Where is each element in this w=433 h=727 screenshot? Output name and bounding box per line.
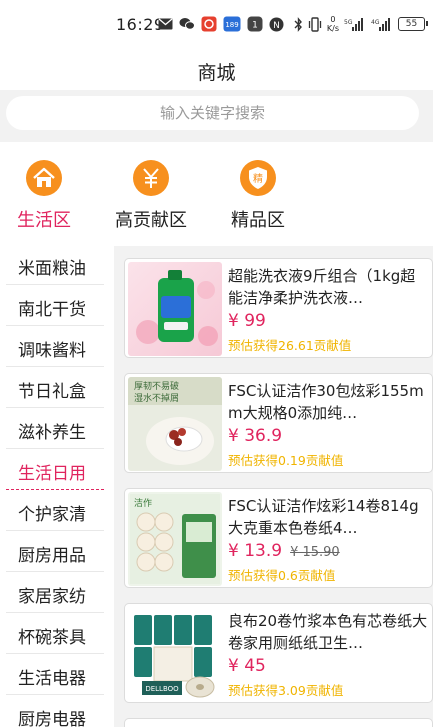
- product-card[interactable]: 超能洗衣液9斤组合（1kg超能洁净柔护洗衣液… ¥ 99 预估获得26.61贡献…: [124, 258, 433, 358]
- product-card[interactable]: [124, 718, 433, 727]
- product-card[interactable]: 洁作 FSC认证洁作炫彩14卷814g大克重本色卷纸4… ¥ 13.9 ¥ 15.…: [124, 488, 433, 588]
- product-name: FSC认证洁作炫彩14卷814g大克重本色卷纸4…: [228, 497, 419, 537]
- product-price: ¥ 36.9: [228, 426, 282, 446]
- category-item-kitchen-appliances[interactable]: 厨房电器: [6, 695, 104, 727]
- category-item-gift-box[interactable]: 节日礼盒: [6, 367, 104, 408]
- search-bar: [0, 90, 433, 142]
- category-label: 厨房电器: [18, 710, 86, 727]
- category-item-seasoning[interactable]: 调味酱料: [6, 326, 104, 367]
- sim-icon: 1: [247, 16, 263, 32]
- search-input[interactable]: [6, 96, 419, 130]
- category-item-health[interactable]: 滋补养生: [6, 408, 104, 449]
- signal-5g-icon: 5G: [344, 17, 363, 31]
- tissue-pack-image: 厚韧不易破 湿水不掉屑: [128, 377, 222, 471]
- svg-text:1: 1: [252, 21, 258, 31]
- category-label: 生活电器: [18, 669, 86, 689]
- laundry-detergent-image: [128, 262, 222, 356]
- product-reward: 预估获得0.19贡献值: [228, 453, 344, 468]
- mail189-icon: 189: [223, 16, 241, 32]
- category-item-tableware[interactable]: 杯碗茶具: [6, 613, 104, 654]
- net-speed-value: 0: [330, 15, 336, 24]
- price-value: ¥ 13.9: [228, 541, 283, 561]
- price-value: ¥ 99: [228, 311, 266, 331]
- category-label: 杯碗茶具: [18, 628, 86, 648]
- svg-text:189: 189: [225, 21, 238, 29]
- category-item-rice-oil[interactable]: 米面粮油: [6, 244, 104, 285]
- battery-icon: 55: [398, 17, 428, 31]
- category-item-daily-use[interactable]: 生活日用: [6, 449, 104, 490]
- category-label: 南北干货: [18, 300, 86, 320]
- net-speed: 0 K/s: [327, 15, 339, 33]
- product-name: 良布20卷竹浆本色有芯卷纸大卷家用厕纸纸卫生…: [228, 612, 428, 652]
- price-value: ¥ 45: [228, 656, 266, 676]
- product-card[interactable]: 厚韧不易破 湿水不掉屑 FSC认证洁作30包炫彩155mm大规格0添加纯… ¥ …: [124, 373, 433, 473]
- category-item-kitchenware[interactable]: 厨房用品: [6, 531, 104, 572]
- wechat-icon: [179, 18, 195, 30]
- zone-tabs: 生活区 高贡献区 精 精品区: [0, 142, 433, 238]
- original-price: ¥ 15.90: [290, 545, 340, 560]
- category-item-dried-goods[interactable]: 南北干货: [6, 285, 104, 326]
- zone-label-contribution: 高贡献区: [115, 210, 187, 231]
- yuan-icon: [133, 160, 169, 196]
- battery-level: 55: [405, 19, 418, 29]
- svg-text:4G: 4G: [371, 19, 380, 26]
- mail-icon: [158, 18, 173, 30]
- category-sidebar: 米面粮油 南北干货 调味酱料 节日礼盒 滋补养生 生活日用 个护家清 厨房用品 …: [0, 238, 108, 727]
- product-card[interactable]: DELLBOO 良布20卷竹浆本色有芯卷纸大卷家用厕纸纸卫生… ¥ 45 预估获…: [124, 603, 433, 703]
- notification-icons: 189 1 N: [158, 14, 284, 34]
- product-reward: 预估获得3.09贡献值: [228, 683, 344, 698]
- net-speed-unit: K/s: [326, 24, 339, 33]
- bamboo-brand-text: DELLBOO: [145, 685, 179, 693]
- category-label: 家居家纺: [18, 587, 86, 607]
- product-price: ¥ 99: [228, 311, 266, 331]
- product-price: ¥ 13.9 ¥ 15.90: [228, 541, 340, 561]
- category-label: 厨房用品: [18, 546, 86, 566]
- nfc-icon: N: [269, 17, 284, 31]
- product-name: 超能洗衣液9斤组合（1kg超能洁净柔护洗衣液…: [228, 267, 416, 307]
- vibrate-icon: [308, 16, 322, 32]
- shield-glyph: 精: [253, 172, 263, 185]
- category-item-appliances[interactable]: 生活电器: [6, 654, 104, 695]
- zone-tab-premium[interactable]: 精 精品区: [225, 160, 291, 232]
- toilet-roll-text: 洁作: [134, 497, 152, 509]
- category-label: 个护家清: [18, 505, 86, 525]
- zone-tab-contribution[interactable]: 高贡献区: [108, 160, 194, 232]
- toilet-roll-image: 洁作: [128, 492, 222, 586]
- app-red-icon: [201, 16, 217, 32]
- bluetooth-icon: [294, 16, 302, 32]
- category-item-home-textile[interactable]: 家居家纺: [6, 572, 104, 613]
- bamboo-roll-image: DELLBOO: [128, 607, 222, 701]
- shield-icon: 精: [240, 160, 276, 196]
- category-label: 调味酱料: [18, 341, 86, 361]
- product-name: FSC认证洁作30包炫彩155mm大规格0添加纯…: [228, 382, 424, 422]
- category-label: 米面粮油: [18, 259, 86, 279]
- svg-text:5G: 5G: [344, 19, 353, 26]
- product-price: ¥ 45: [228, 656, 266, 676]
- page-title: 商城: [197, 62, 236, 84]
- category-label: 节日礼盒: [18, 382, 86, 402]
- system-icons: 0 K/s 5G 4G 55: [294, 14, 428, 34]
- category-label: 滋补养生: [18, 423, 86, 443]
- product-reward: 预估获得26.61贡献值: [228, 338, 352, 353]
- zone-label-premium: 精品区: [231, 210, 285, 231]
- category-item-personal-care[interactable]: 个护家清: [6, 490, 104, 531]
- category-label: 生活日用: [18, 464, 86, 484]
- zone-tab-life[interactable]: 生活区: [12, 160, 76, 232]
- signal-4g-icon: 4G: [371, 17, 390, 31]
- price-value: ¥ 36.9: [228, 426, 283, 446]
- svg-text:N: N: [273, 21, 280, 31]
- tissue-pack-text-2: 湿水不掉屑: [134, 392, 179, 404]
- status-bar: 16:29 189 1 N 0 K/s 5G 4G 55: [0, 0, 433, 48]
- tissue-pack-text-1: 厚韧不易破: [134, 380, 179, 392]
- home-icon: [26, 160, 62, 196]
- zone-label-life: 生活区: [17, 210, 71, 231]
- product-reward: 预估获得0.6贡献值: [228, 568, 336, 583]
- product-list: 超能洗衣液9斤组合（1kg超能洁净柔护洗衣液… ¥ 99 预估获得26.61贡献…: [114, 246, 433, 727]
